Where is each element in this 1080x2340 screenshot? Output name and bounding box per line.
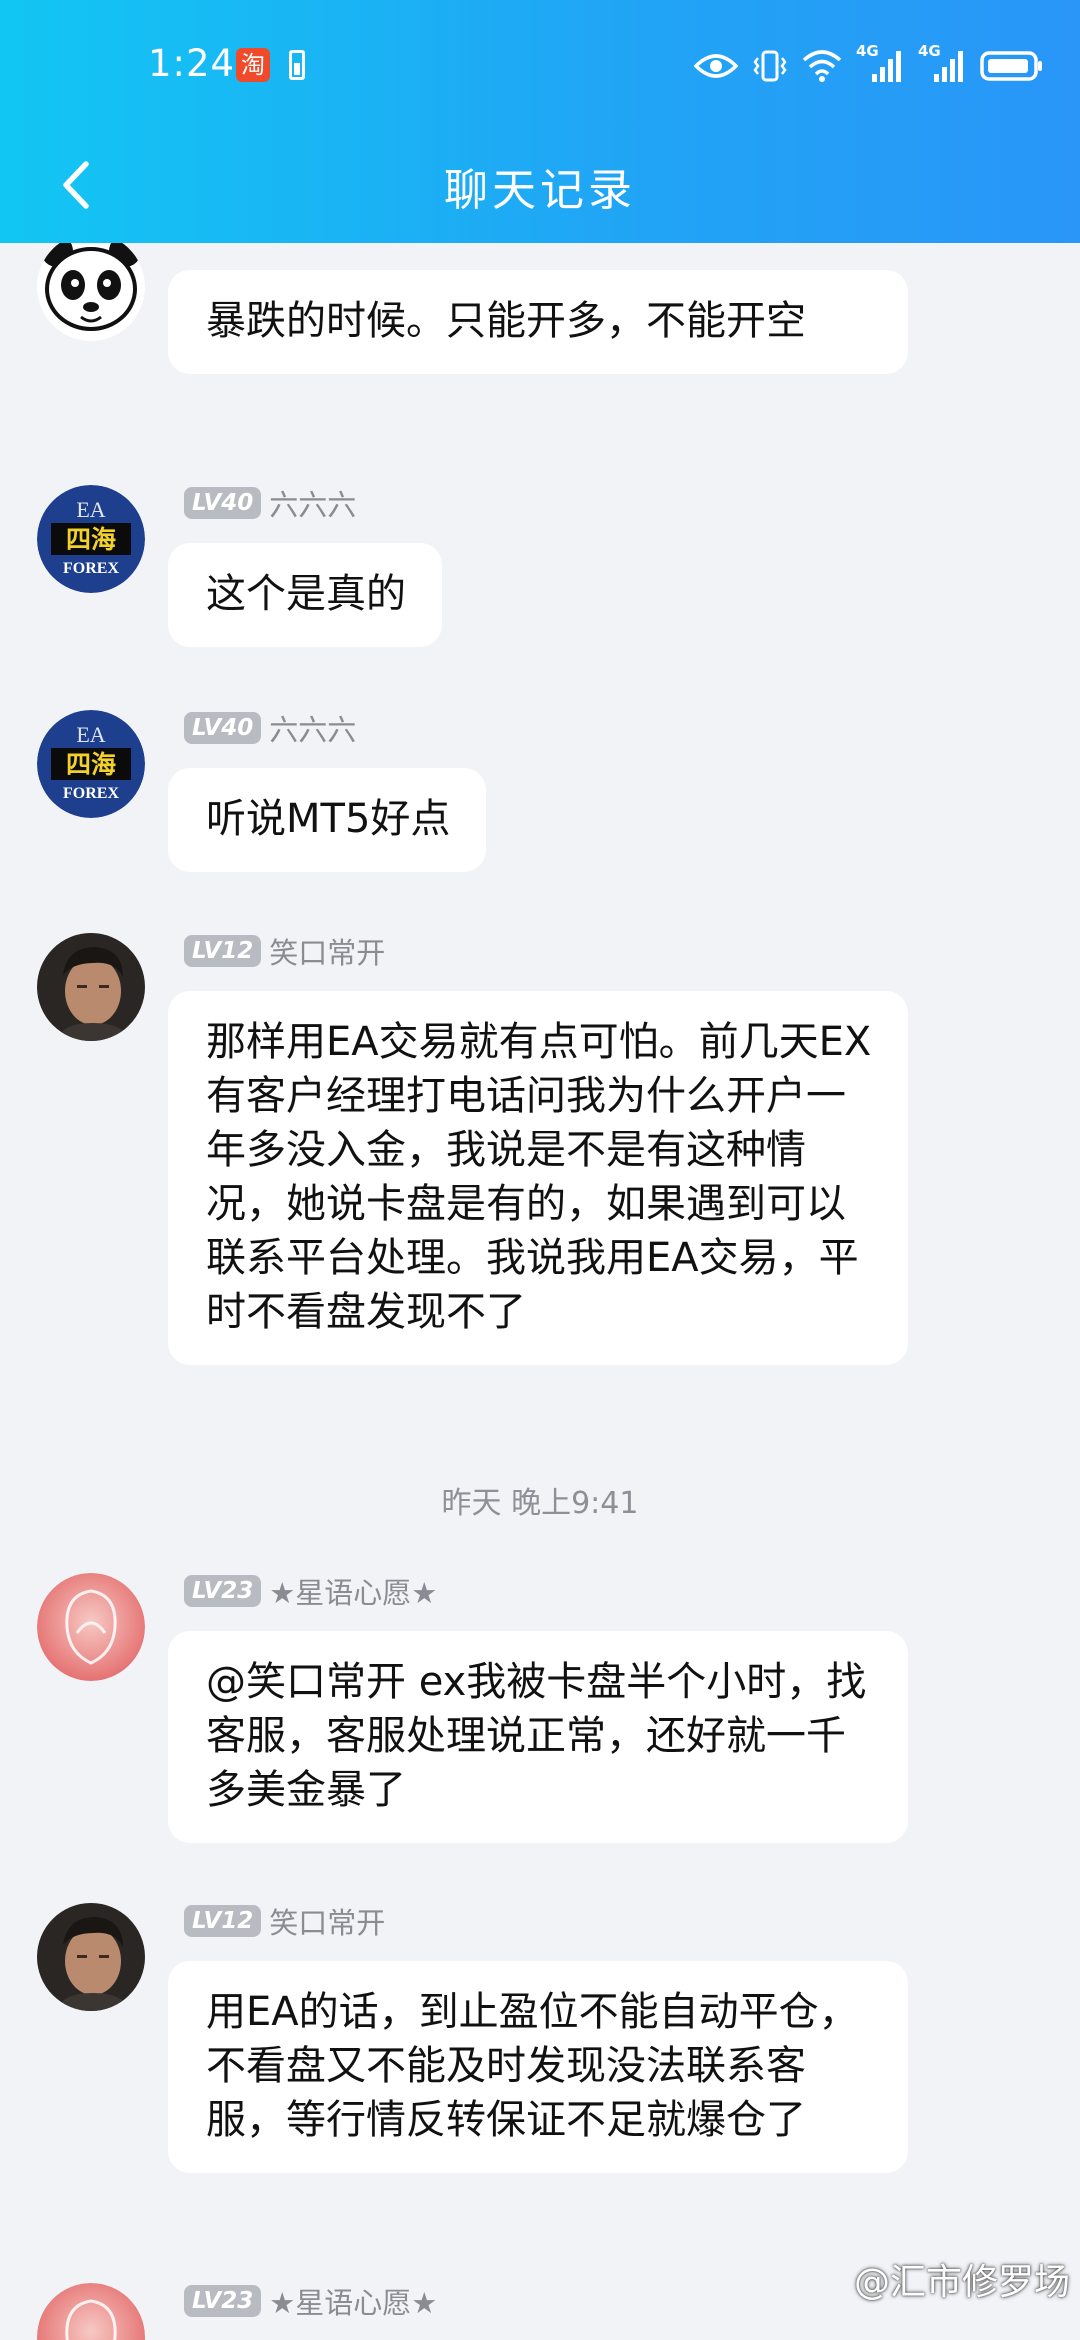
sender-nickname[interactable]: 笑口常开: [269, 930, 385, 972]
status-bar: 1:24 淘 4G 4G: [0, 0, 1080, 130]
avatar-text-middle: 四海: [66, 525, 116, 554]
ea-forex-avatar[interactable]: EA 四海 FOREX: [37, 485, 145, 593]
sender-meta: LV23 ★星语心愿★: [184, 2280, 437, 2322]
sender-nickname[interactable]: ★星语心愿★: [269, 1570, 437, 1612]
page-title: 聊天记录: [444, 165, 636, 216]
ea-forex-avatar[interactable]: EA 四海 FOREX: [37, 710, 145, 818]
message-bubble[interactable]: 用EA的话，到止盈位不能自动平仓，不看盘又不能及时发现没法联系客服，等行情反转保…: [168, 1961, 908, 2173]
status-icons: 4G 4G: [694, 42, 1044, 88]
taobao-icon: 淘: [236, 48, 270, 82]
panda-avatar[interactable]: [37, 243, 145, 341]
level-badge: LV40: [184, 712, 262, 744]
level-badge: LV40: [184, 487, 262, 519]
sender-nickname[interactable]: 笑口常开: [269, 1900, 385, 1942]
avatar-text-top: EA: [76, 722, 105, 747]
battery-icon: [980, 51, 1042, 81]
man-photo-avatar[interactable]: [37, 933, 145, 1041]
avatar-text-middle: 四海: [66, 750, 116, 779]
message-bubble[interactable]: 听说MT5好点: [168, 768, 487, 872]
pink-figure-avatar[interactable]: [37, 1573, 145, 1681]
message-bubble[interactable]: 那样用EA交易就有点可怕。前几天EX有客户经理打电话问我为什么开户一年多没入金，…: [168, 991, 908, 1365]
sender-nickname[interactable]: 六六六: [269, 707, 356, 749]
sender-meta: LV23 ★星语心愿★: [184, 1570, 437, 1612]
signal-icon: 4G: [856, 42, 904, 84]
status-time: 1:24: [148, 42, 236, 85]
sender-meta: LV40 六六六: [184, 482, 356, 524]
wifi-icon: [802, 50, 842, 82]
signal-icon: 4G: [918, 42, 966, 84]
watermark: @汇市修罗场: [853, 2262, 1070, 2303]
sender-meta: LV12 笑口常开: [184, 1900, 385, 1942]
sender-nickname[interactable]: ★星语心愿★: [269, 2280, 437, 2322]
message-bubble[interactable]: 这个是真的: [168, 543, 442, 647]
sender-nickname[interactable]: 六六六: [269, 482, 356, 524]
signal-bars-icon: [872, 51, 901, 82]
sender-meta: LV40 六六六: [184, 707, 356, 749]
signal-bars-icon: [934, 51, 963, 82]
sender-meta: LV12 笑口常开: [184, 930, 385, 972]
app-header: 1:24 淘 4G 4G 聊天记录: [0, 0, 1080, 243]
nav-bar: 聊天记录: [0, 130, 1080, 243]
battery-saver-icon: [289, 50, 305, 80]
chat-history-list[interactable]: 暴跌的时候。只能开多，不能开空 EA 四海 FOREX LV40 六六六 这个是…: [0, 243, 1080, 2340]
man-photo-avatar[interactable]: [37, 1903, 145, 2011]
pink-figure-avatar[interactable]: [37, 2283, 145, 2340]
eye-icon: [694, 54, 738, 78]
message-bubble[interactable]: 暴跌的时候。只能开多，不能开空: [168, 270, 908, 374]
level-badge: LV23: [184, 1575, 262, 1607]
avatar-text-top: EA: [76, 497, 105, 522]
level-badge: LV23: [184, 2285, 262, 2317]
avatar-text-bottom: FOREX: [63, 560, 119, 577]
message-bubble[interactable]: @笑口常开 ex我被卡盘半个小时，找客服，客服处理说正常，还好就一千多美金暴了: [168, 1631, 908, 1843]
date-separator: 昨天 晚上9:41: [441, 1486, 639, 1521]
level-badge: LV12: [184, 1905, 262, 1937]
vibrate-icon: [753, 50, 787, 82]
level-badge: LV12: [184, 935, 262, 967]
avatar-text-bottom: FOREX: [63, 785, 119, 802]
